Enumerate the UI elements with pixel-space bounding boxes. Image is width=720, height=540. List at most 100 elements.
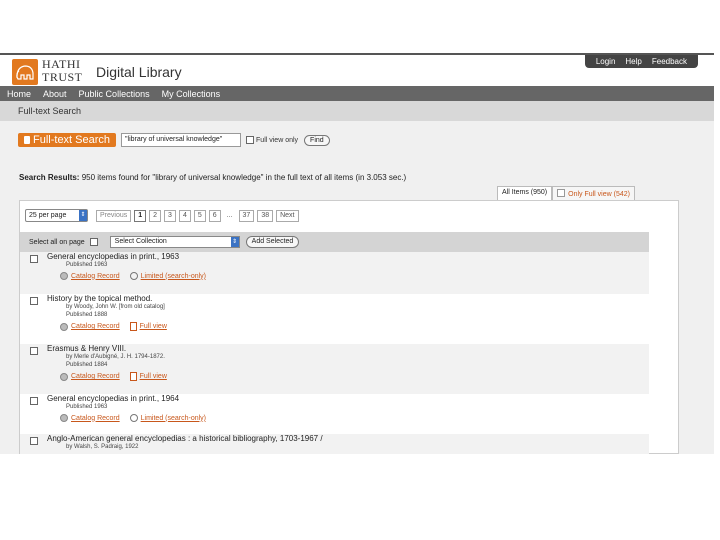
catalog-icon: [60, 272, 68, 280]
page-38[interactable]: 38: [257, 209, 274, 222]
full-view-link[interactable]: Full view: [129, 322, 167, 331]
elephant-logo-icon: [16, 65, 34, 80]
results-count-text: 950 items found for "library of universa…: [81, 173, 407, 182]
pagination: 25 per page ⇕ Previous 1 2 3 4 5 6 ... 3…: [25, 209, 299, 222]
help-link[interactable]: Help: [620, 57, 646, 66]
result-checkbox[interactable]: [30, 437, 38, 445]
result-title: General encyclopedias in print., 1963: [47, 252, 180, 261]
select-all-label: Select all on page: [29, 238, 85, 246]
page-3[interactable]: 3: [164, 209, 176, 222]
result-item: Erasmus & Henry VIII. by Merle d'Aubigné,…: [20, 344, 649, 394]
catalog-icon: [60, 322, 68, 331]
result-meta: by Woody, John W. [from old catalog]: [66, 304, 165, 310]
catalog-record-link[interactable]: Catalog Record: [60, 272, 120, 280]
results-panel: 25 per page ⇕ Previous 1 2 3 4 5 6 ... 3…: [19, 200, 679, 454]
page-6[interactable]: 6: [208, 209, 221, 222]
tab-full-view-label: Only Full view (542): [568, 191, 630, 198]
result-title: General encyclopedias in print., 1964: [47, 394, 180, 403]
catalog-record-link[interactable]: Catalog Record: [60, 322, 120, 331]
full-view-link[interactable]: Full view: [129, 372, 167, 381]
result-checkbox[interactable]: [30, 255, 38, 263]
page-4[interactable]: 4: [178, 209, 191, 222]
result-meta: by Merle d'Aubigné, J. H. 1794-1872.: [66, 354, 165, 360]
find-button[interactable]: Find: [304, 134, 330, 146]
page-1[interactable]: 1: [134, 209, 147, 222]
full-text-search-label: Full-text Search: [33, 134, 111, 146]
tab-full-view[interactable]: Only Full view (542): [552, 186, 635, 200]
page-37[interactable]: 37: [238, 209, 255, 222]
select-all-checkbox[interactable]: [89, 238, 98, 246]
results-label: Search Results:: [19, 173, 80, 182]
result-meta: Published 1884: [66, 362, 108, 368]
browser-frame: HATHI TRUST Digital Library Login Help F…: [0, 53, 714, 454]
result-item: History by the topical method. by Woody, …: [20, 294, 649, 344]
result-meta: Published 1963: [66, 262, 108, 268]
magnifier-icon: [129, 272, 138, 280]
breadcrumb: Full-text Search: [18, 106, 82, 116]
result-checkbox[interactable]: [30, 347, 38, 355]
page-2[interactable]: 2: [149, 209, 162, 222]
tab-all-items[interactable]: All Items (950): [497, 186, 553, 200]
catalog-icon: [60, 414, 68, 422]
catalog-record-link[interactable]: Catalog Record: [60, 414, 120, 422]
results-summary: Search Results: 950 items found for "lib…: [19, 173, 406, 182]
result-checkbox[interactable]: [30, 397, 38, 405]
checkbox-icon: [557, 189, 566, 197]
per-page-value: 25 per page: [29, 212, 67, 219]
select-arrows-icon: ⇕: [79, 210, 87, 221]
per-page-select[interactable]: 25 per page ⇕: [25, 209, 88, 222]
result-links: Catalog Record Limited (search-only): [60, 272, 216, 280]
result-item: General encyclopedias in print., 1964 Pub…: [20, 394, 649, 434]
catalog-record-link[interactable]: Catalog Record: [60, 372, 120, 381]
link-label: Catalog Record: [71, 323, 120, 330]
select-arrows-icon: ⇕: [230, 237, 239, 247]
login-link[interactable]: Login: [591, 57, 621, 66]
collection-select[interactable]: Select Collection ⇕: [109, 236, 240, 248]
limited-search-only-link[interactable]: Limited (search-only): [129, 272, 206, 280]
link-label: Catalog Record: [71, 272, 120, 280]
view-tabs: All Items (950) Only Full view (542): [497, 186, 635, 200]
search-input[interactable]: "library of universal knowledge": [121, 133, 242, 147]
site-name: Digital Library: [96, 64, 182, 80]
result-title: History by the topical method.: [47, 294, 153, 303]
select-bar: Select all on page Select Collection ⇕ A…: [20, 232, 649, 252]
result-links: Catalog Record Full view: [60, 322, 177, 331]
result-title: Erasmus & Henry VIII.: [47, 344, 127, 353]
logo-wordmark: HATHI TRUST: [42, 58, 83, 84]
result-meta: by Walsh, S. Padraig, 1922: [66, 444, 139, 450]
result-title: Anglo-American general encyclopedias : a…: [47, 434, 323, 443]
feedback-link[interactable]: Feedback: [647, 57, 692, 66]
add-selected-button[interactable]: Add Selected: [245, 236, 300, 248]
document-icon: [129, 322, 137, 331]
full-view-only-checkbox[interactable]: [246, 136, 255, 144]
next-page-button[interactable]: Next: [276, 209, 299, 222]
result-meta: Published 1888: [66, 312, 108, 318]
top-header: HATHI TRUST Digital Library Login Help F…: [0, 55, 714, 88]
link-label: Catalog Record: [71, 373, 120, 380]
result-checkbox[interactable]: [30, 297, 38, 305]
limited-search-only-link[interactable]: Limited (search-only): [129, 414, 206, 422]
page-5[interactable]: 5: [193, 209, 206, 222]
link-label: Limited (search-only): [140, 272, 206, 280]
main-nav: Home About Public Collections My Collect…: [0, 86, 714, 101]
top-links: Login Help Feedback: [584, 55, 698, 68]
result-item: Anglo-American general encyclopedias : a…: [20, 434, 649, 454]
hathitrust-logo[interactable]: [12, 59, 38, 85]
page-ellipsis: ...: [223, 210, 236, 221]
full-text-search-badge: Full-text Search: [18, 133, 117, 147]
collection-select-value: Select Collection: [114, 238, 167, 245]
catalog-icon: [60, 372, 68, 381]
nav-my-collections[interactable]: My Collections: [162, 89, 221, 99]
previous-page-button[interactable]: Previous: [96, 209, 132, 222]
link-label: Full view: [139, 373, 167, 380]
result-links: Catalog Record Full view: [60, 372, 177, 381]
magnifier-icon: [129, 414, 138, 422]
nav-about[interactable]: About: [43, 89, 67, 99]
result-meta: Published 1963: [66, 404, 108, 410]
breadcrumb-bar: Full-text Search: [0, 101, 714, 121]
nav-public-collections[interactable]: Public Collections: [79, 89, 150, 99]
search-form: Full-text Search "library of universal k…: [18, 133, 330, 147]
nav-home[interactable]: Home: [7, 89, 31, 99]
document-icon: [24, 136, 30, 144]
result-links: Catalog Record Limited (search-only): [60, 414, 216, 422]
